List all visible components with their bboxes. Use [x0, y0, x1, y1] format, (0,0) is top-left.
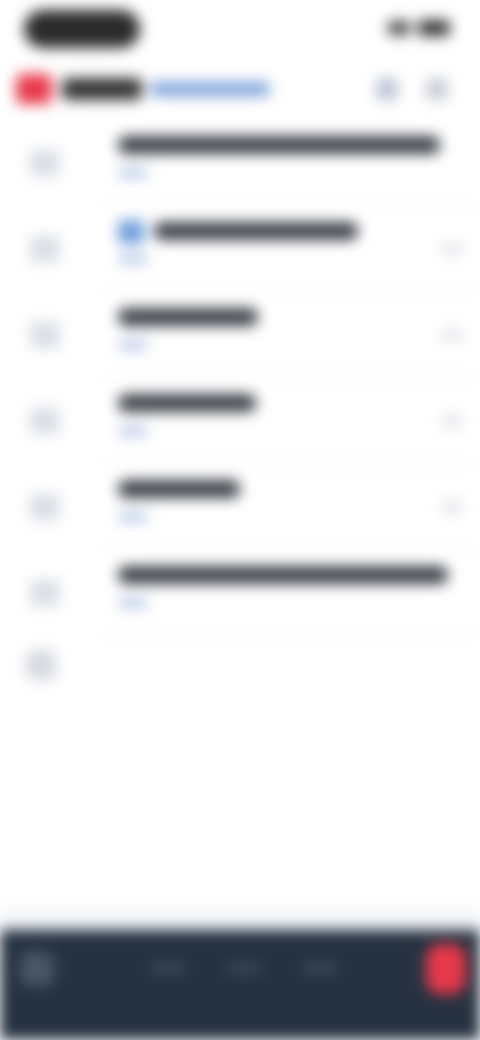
placeholder-icon: [26, 650, 56, 680]
brand-subtitle[interactable]: [150, 82, 270, 96]
item-title: [118, 480, 240, 498]
brand-title: [62, 78, 142, 100]
menu-icon[interactable]: [20, 952, 54, 986]
item-icon: [30, 322, 60, 348]
item-list: [0, 120, 480, 636]
item-meta: [118, 254, 148, 264]
status-pill: [24, 10, 140, 48]
add-icon[interactable]: [426, 944, 466, 994]
top-app-bar: [0, 66, 480, 116]
list-item[interactable]: [0, 378, 480, 464]
list-item[interactable]: [0, 550, 480, 636]
status-icons: [388, 20, 450, 36]
bottom-bar-item[interactable]: [150, 962, 186, 974]
item-icon: [30, 236, 60, 262]
divider: [100, 635, 480, 636]
item-title: [118, 566, 448, 584]
item-meta: [118, 168, 148, 178]
list-item[interactable]: [0, 292, 480, 378]
item-title: [118, 136, 440, 154]
item-meta: [118, 340, 148, 350]
bottom-bar: [0, 930, 480, 1040]
item-title: [118, 308, 258, 326]
item-icon: [30, 408, 60, 434]
list-item[interactable]: [0, 120, 480, 206]
item-meta: [118, 426, 148, 436]
list-item[interactable]: [0, 206, 480, 292]
list-item[interactable]: [0, 464, 480, 550]
filter-icon[interactable]: [376, 78, 398, 100]
chevron-right-icon[interactable]: [442, 414, 462, 428]
status-bar: [0, 0, 480, 60]
item-meta: [118, 512, 148, 522]
item-chip-icon: [118, 220, 144, 244]
item-title: [154, 222, 358, 240]
chevron-right-icon[interactable]: [442, 500, 462, 514]
item-title: [118, 394, 256, 412]
item-icon: [30, 150, 60, 176]
chevron-right-icon[interactable]: [442, 328, 462, 342]
chevron-right-icon[interactable]: [442, 242, 462, 256]
item-icon: [30, 580, 60, 606]
bottom-bar-item[interactable]: [226, 962, 262, 974]
signal-icon: [388, 21, 410, 35]
item-icon: [30, 494, 60, 520]
brand-logo-icon[interactable]: [16, 74, 52, 104]
bottom-bar-item[interactable]: [302, 962, 338, 974]
screen: [0, 0, 480, 1040]
bottom-shadow: [0, 900, 480, 930]
item-meta: [118, 598, 148, 608]
battery-icon: [418, 20, 450, 36]
more-icon[interactable]: [426, 78, 448, 100]
